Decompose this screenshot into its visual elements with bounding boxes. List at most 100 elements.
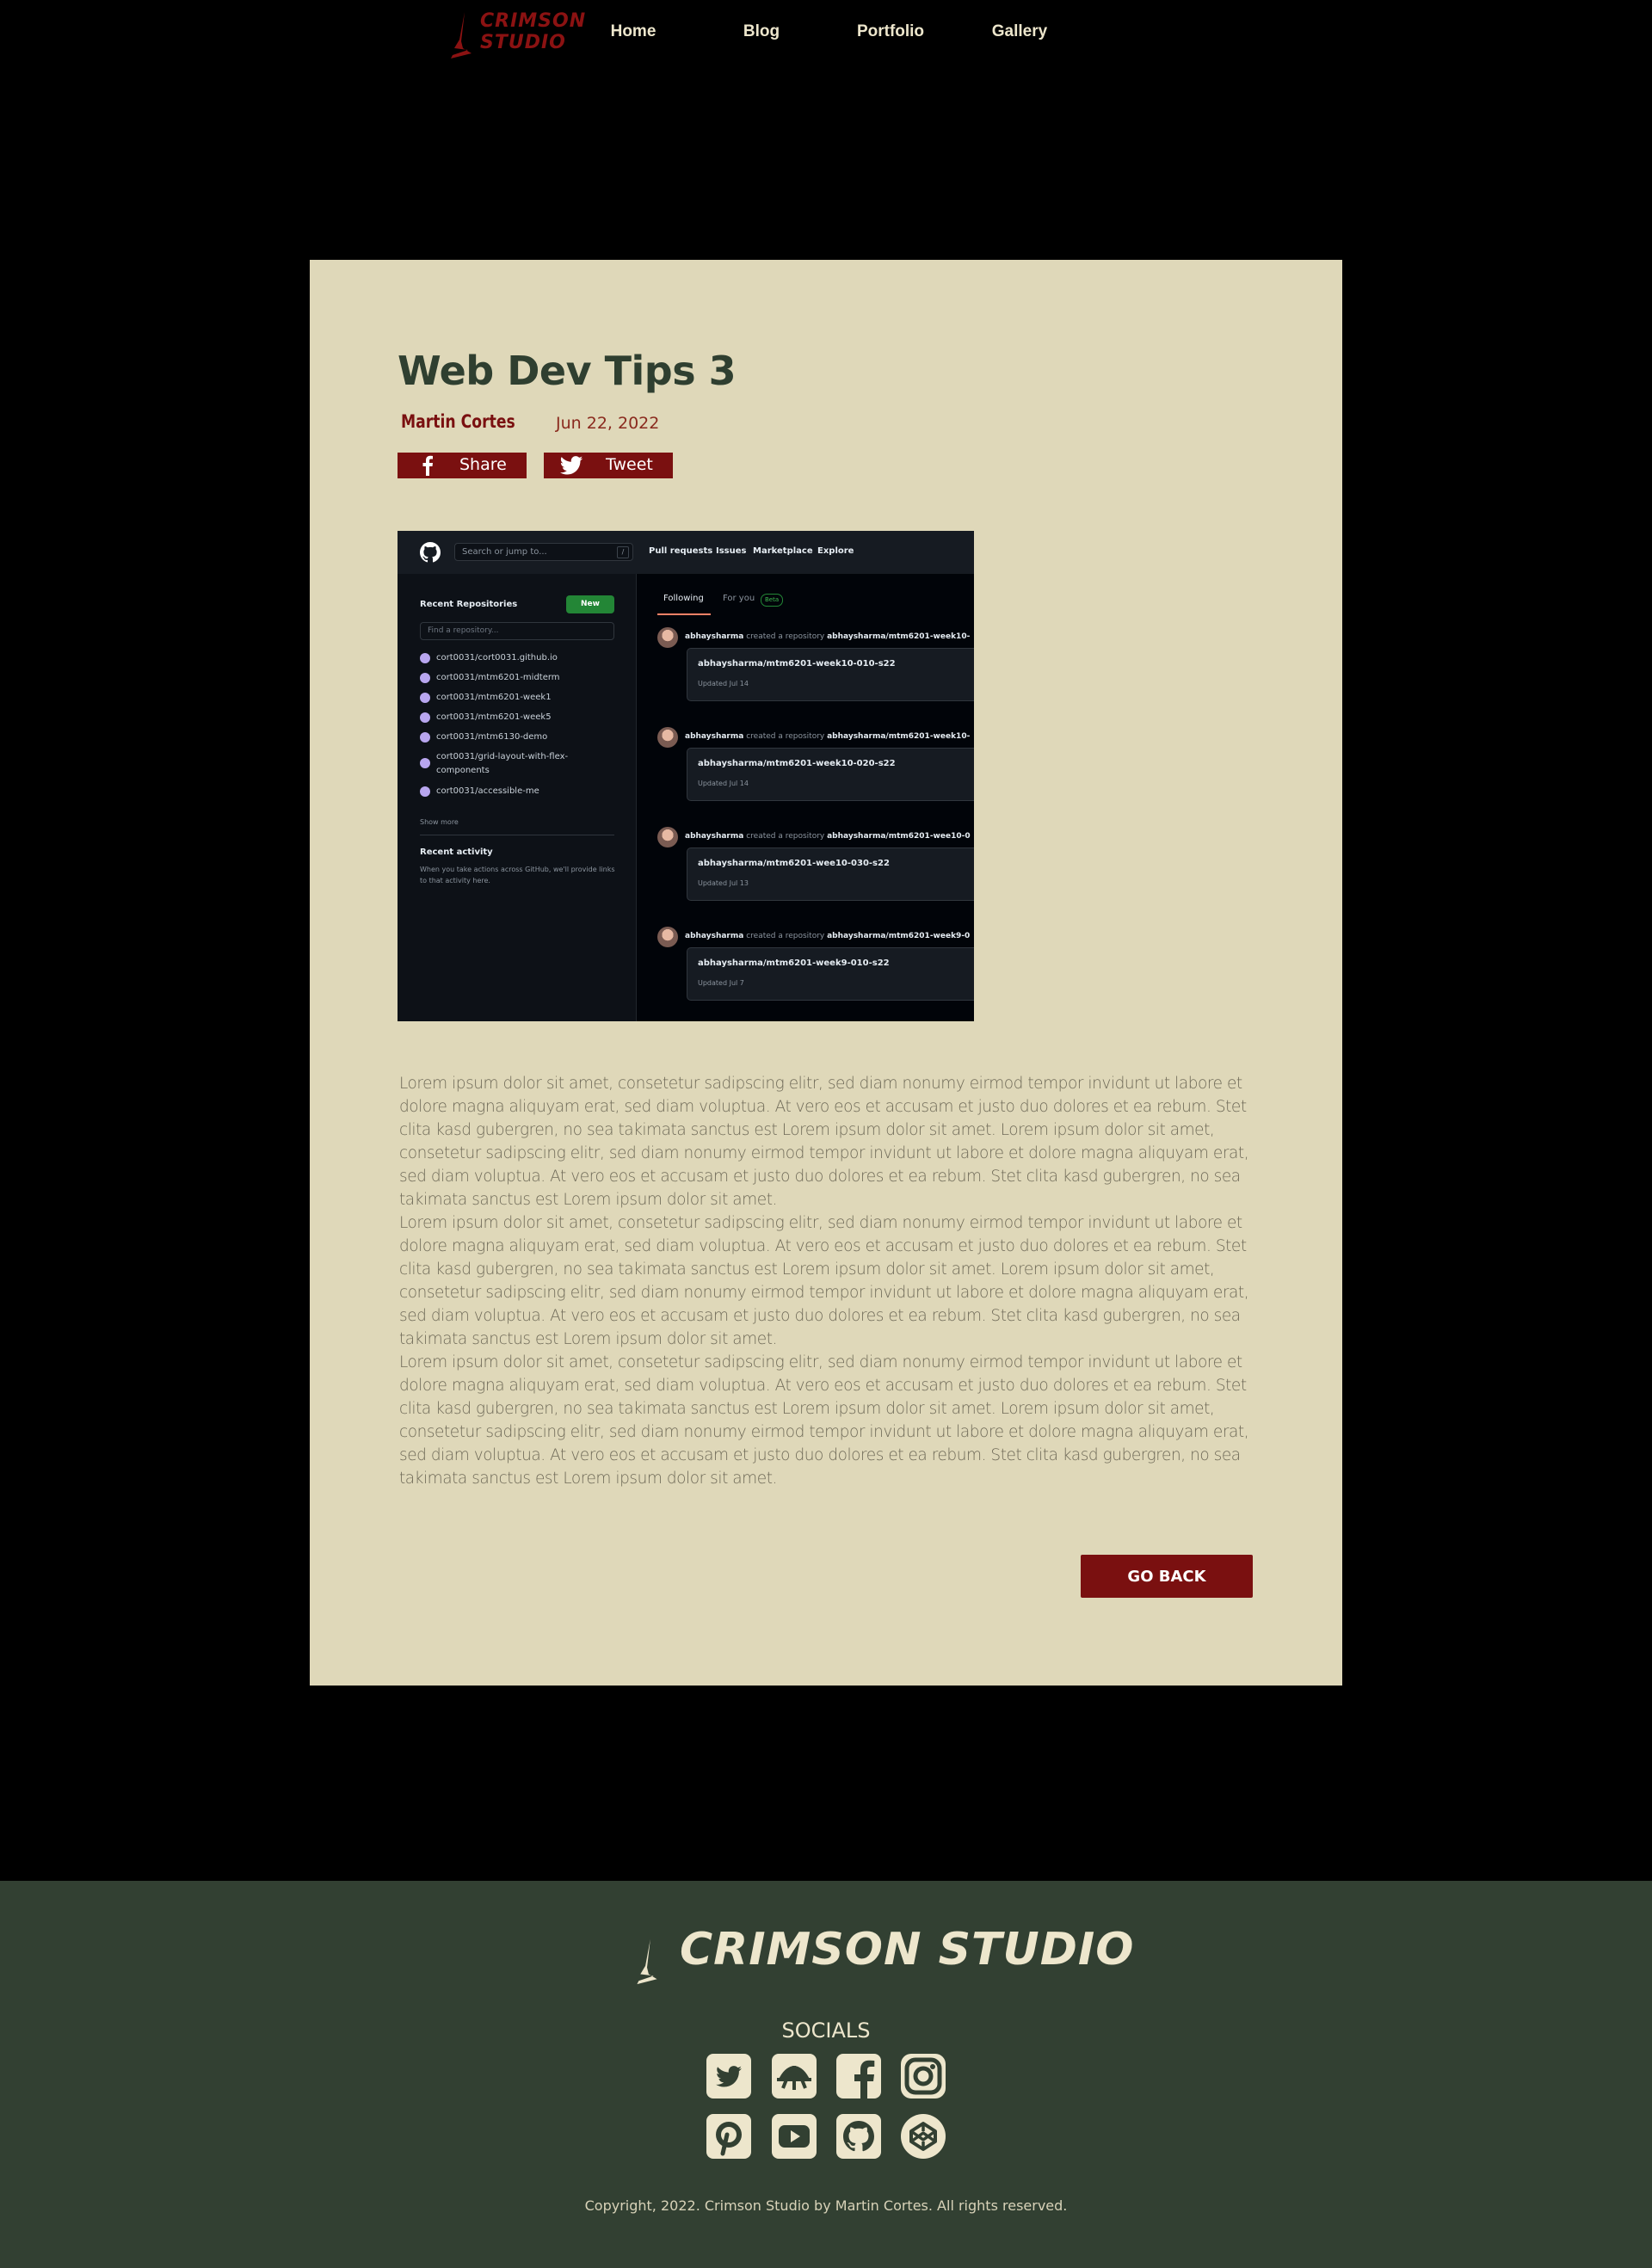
socials-heading: SOCIALS bbox=[781, 2018, 871, 2043]
feed-target: abhaysharma/mtm6201-week9-0 bbox=[827, 932, 971, 940]
gh-repo-card: abhaysharma/mtm6201-wee10-030-s22 Updated… bbox=[687, 847, 974, 901]
gh-sidebar: Recent Repositories New Find a repositor… bbox=[398, 574, 637, 1021]
share-label: Share bbox=[459, 455, 507, 474]
repo-avatar-icon bbox=[420, 693, 430, 703]
gh-tab-following: Following bbox=[663, 594, 704, 603]
site-header: CRIMSON STUDIO Home Blog Portfolio Galle… bbox=[0, 0, 1652, 69]
feed-updated: Updated Jul 13 bbox=[698, 879, 749, 887]
gh-repo-card: abhaysharma/mtm6201-week10-010-s22 Update… bbox=[687, 648, 974, 701]
gh-recent-activity-text: When you take actions across GitHub, we'… bbox=[420, 866, 615, 884]
post-date: Jun 22, 2022 bbox=[556, 414, 660, 433]
facebook-icon[interactable] bbox=[836, 2054, 881, 2099]
feed-repo-name: abhaysharma/mtm6201-week10-020-s22 bbox=[698, 759, 896, 768]
gh-search-shortcut: / bbox=[617, 546, 629, 558]
gh-recent-repos-heading: Recent Repositories bbox=[420, 600, 518, 609]
repo-avatar-icon bbox=[420, 673, 430, 683]
facebook-icon bbox=[422, 455, 433, 476]
gh-feed-line: abhaysharma created a repository abhaysh… bbox=[685, 832, 971, 841]
repo-avatar-icon bbox=[420, 712, 430, 723]
gh-repo-name: cort0031/accessible-me bbox=[436, 786, 539, 796]
blog-post-card: Web Dev Tips 3 Martin Cortes Jun 22, 202… bbox=[310, 260, 1342, 1686]
feed-user: abhaysharma bbox=[685, 632, 744, 641]
instagram-icon[interactable] bbox=[901, 2054, 946, 2099]
gh-new-button: New bbox=[566, 595, 614, 613]
feed-action: created a repository bbox=[746, 832, 825, 841]
logo-line-2: STUDIO bbox=[480, 32, 566, 53]
gh-topbar: Search or jump to... / Pull requests Iss… bbox=[398, 531, 974, 574]
repo-avatar-icon bbox=[420, 758, 430, 768]
quill-logo-icon bbox=[451, 12, 472, 59]
gh-repo-card: abhaysharma/mtm6201-week10-020-s22 Update… bbox=[687, 748, 974, 801]
feed-user: abhaysharma bbox=[685, 832, 744, 841]
gh-beta-badge: Beta bbox=[761, 594, 784, 607]
logo-line-1: CRIMSON bbox=[480, 10, 587, 32]
user-avatar bbox=[657, 727, 678, 748]
gh-nav-pull-requests: Pull requests bbox=[649, 546, 713, 556]
twitter-tweet-button[interactable]: Tweet bbox=[544, 453, 673, 478]
pinterest-icon[interactable] bbox=[706, 2114, 751, 2159]
gh-search-input: Search or jump to... / bbox=[454, 543, 633, 561]
gh-repo-name: cort0031/mtm6201-midterm bbox=[436, 673, 560, 682]
post-paragraph: Lorem ipsum dolor sit amet, consetetur s… bbox=[399, 1214, 1249, 1348]
github-dashboard-image: Search or jump to... / Pull requests Iss… bbox=[398, 531, 974, 1021]
feed-user: abhaysharma bbox=[685, 932, 744, 940]
gh-find-repo-input: Find a repository... bbox=[420, 622, 614, 640]
footer-logo[interactable]: CRIMSON STUDIO bbox=[632, 1924, 1133, 1985]
header-logo[interactable]: CRIMSON STUDIO bbox=[446, 9, 585, 60]
gh-search-placeholder: Search or jump to... bbox=[462, 547, 547, 557]
github-icon bbox=[420, 542, 441, 563]
nav-home[interactable]: Home bbox=[611, 22, 656, 41]
nav-blog[interactable]: Blog bbox=[743, 22, 780, 41]
post-paragraph: Lorem ipsum dolor sit amet, consetetur s… bbox=[399, 1075, 1249, 1209]
gh-feed-item: abhaysharma created a repository abhaysh… bbox=[637, 827, 974, 923]
github-icon[interactable] bbox=[836, 2114, 881, 2159]
dribbble-icon[interactable] bbox=[772, 2054, 817, 2099]
feed-target: abhaysharma/mtm6201-week10- bbox=[827, 732, 971, 741]
feed-repo-name: abhaysharma/mtm6201-wee10-030-s22 bbox=[698, 859, 890, 868]
gh-feed-line: abhaysharma created a repository abhaysh… bbox=[685, 732, 970, 741]
post-author[interactable]: Martin Cortes bbox=[401, 411, 515, 432]
gh-repo-name: cort0031/cort0031.github.io bbox=[436, 653, 558, 663]
youtube-icon[interactable] bbox=[772, 2114, 817, 2159]
copyright-text: Copyright, 2022. Crimson Studio by Marti… bbox=[584, 2197, 1068, 2214]
gh-tab-underline bbox=[657, 613, 711, 615]
feed-repo-name: abhaysharma/mtm6201-week10-010-s22 bbox=[698, 659, 896, 669]
nav-portfolio[interactable]: Portfolio bbox=[857, 22, 924, 41]
gh-feed-item: abhaysharma created a repository abhaysh… bbox=[637, 627, 974, 724]
gh-nav-explore: Explore bbox=[817, 546, 854, 556]
feed-action: created a repository bbox=[746, 732, 825, 741]
gh-repo-name: cort0031/mtm6201-week1 bbox=[436, 693, 552, 702]
nav-gallery[interactable]: Gallery bbox=[992, 22, 1047, 41]
feed-target: abhaysharma/mtm6201-wee10-0 bbox=[827, 832, 971, 841]
gh-repo-card: abhaysharma/mtm6201-week9-010-s22 Updated… bbox=[687, 947, 974, 1001]
feed-updated: Updated Jul 14 bbox=[698, 780, 749, 787]
post-paragraph: Lorem ipsum dolor sit amet, consetetur s… bbox=[399, 1353, 1249, 1488]
gh-feed-panel: Following For you Beta abhaysharma creat… bbox=[637, 574, 974, 1021]
footer-logo-text: CRIMSON STUDIO bbox=[680, 1924, 1135, 1975]
user-avatar bbox=[657, 927, 678, 947]
go-back-button[interactable]: GO BACK bbox=[1081, 1555, 1253, 1598]
gh-feed-line: abhaysharma created a repository abhaysh… bbox=[685, 632, 970, 641]
codepen-icon[interactable] bbox=[901, 2114, 946, 2159]
feed-updated: Updated Jul 7 bbox=[698, 979, 744, 987]
feed-target: abhaysharma/mtm6201-week10- bbox=[827, 632, 971, 641]
feed-user: abhaysharma bbox=[685, 732, 744, 741]
repo-avatar-icon bbox=[420, 653, 430, 663]
user-avatar bbox=[657, 827, 678, 847]
twitter-icon[interactable] bbox=[706, 2054, 751, 2099]
twitter-icon bbox=[559, 456, 583, 475]
gh-recent-activity-heading: Recent activity bbox=[420, 847, 493, 857]
gh-nav-marketplace: Marketplace bbox=[753, 546, 813, 556]
post-title: Web Dev Tips 3 bbox=[398, 348, 737, 394]
repo-avatar-icon bbox=[420, 732, 430, 743]
user-avatar bbox=[657, 627, 678, 648]
gh-repo-name: cort0031/grid-layout-with-flex-component… bbox=[436, 752, 569, 775]
facebook-share-button[interactable]: Share bbox=[398, 453, 527, 478]
gh-feed-item: abhaysharma created a repository abhaysh… bbox=[637, 927, 974, 1021]
gh-repo-name: cort0031/mtm6201-week5 bbox=[436, 712, 552, 722]
post-body: Lorem ipsum dolor sit amet, consetetur s… bbox=[399, 1072, 1260, 1490]
tweet-label: Tweet bbox=[606, 455, 653, 474]
gh-show-more: Show more bbox=[420, 818, 459, 826]
gh-repo-name: cort0031/mtm6130-demo bbox=[436, 732, 548, 742]
header-logo-text: CRIMSON STUDIO bbox=[480, 10, 587, 53]
